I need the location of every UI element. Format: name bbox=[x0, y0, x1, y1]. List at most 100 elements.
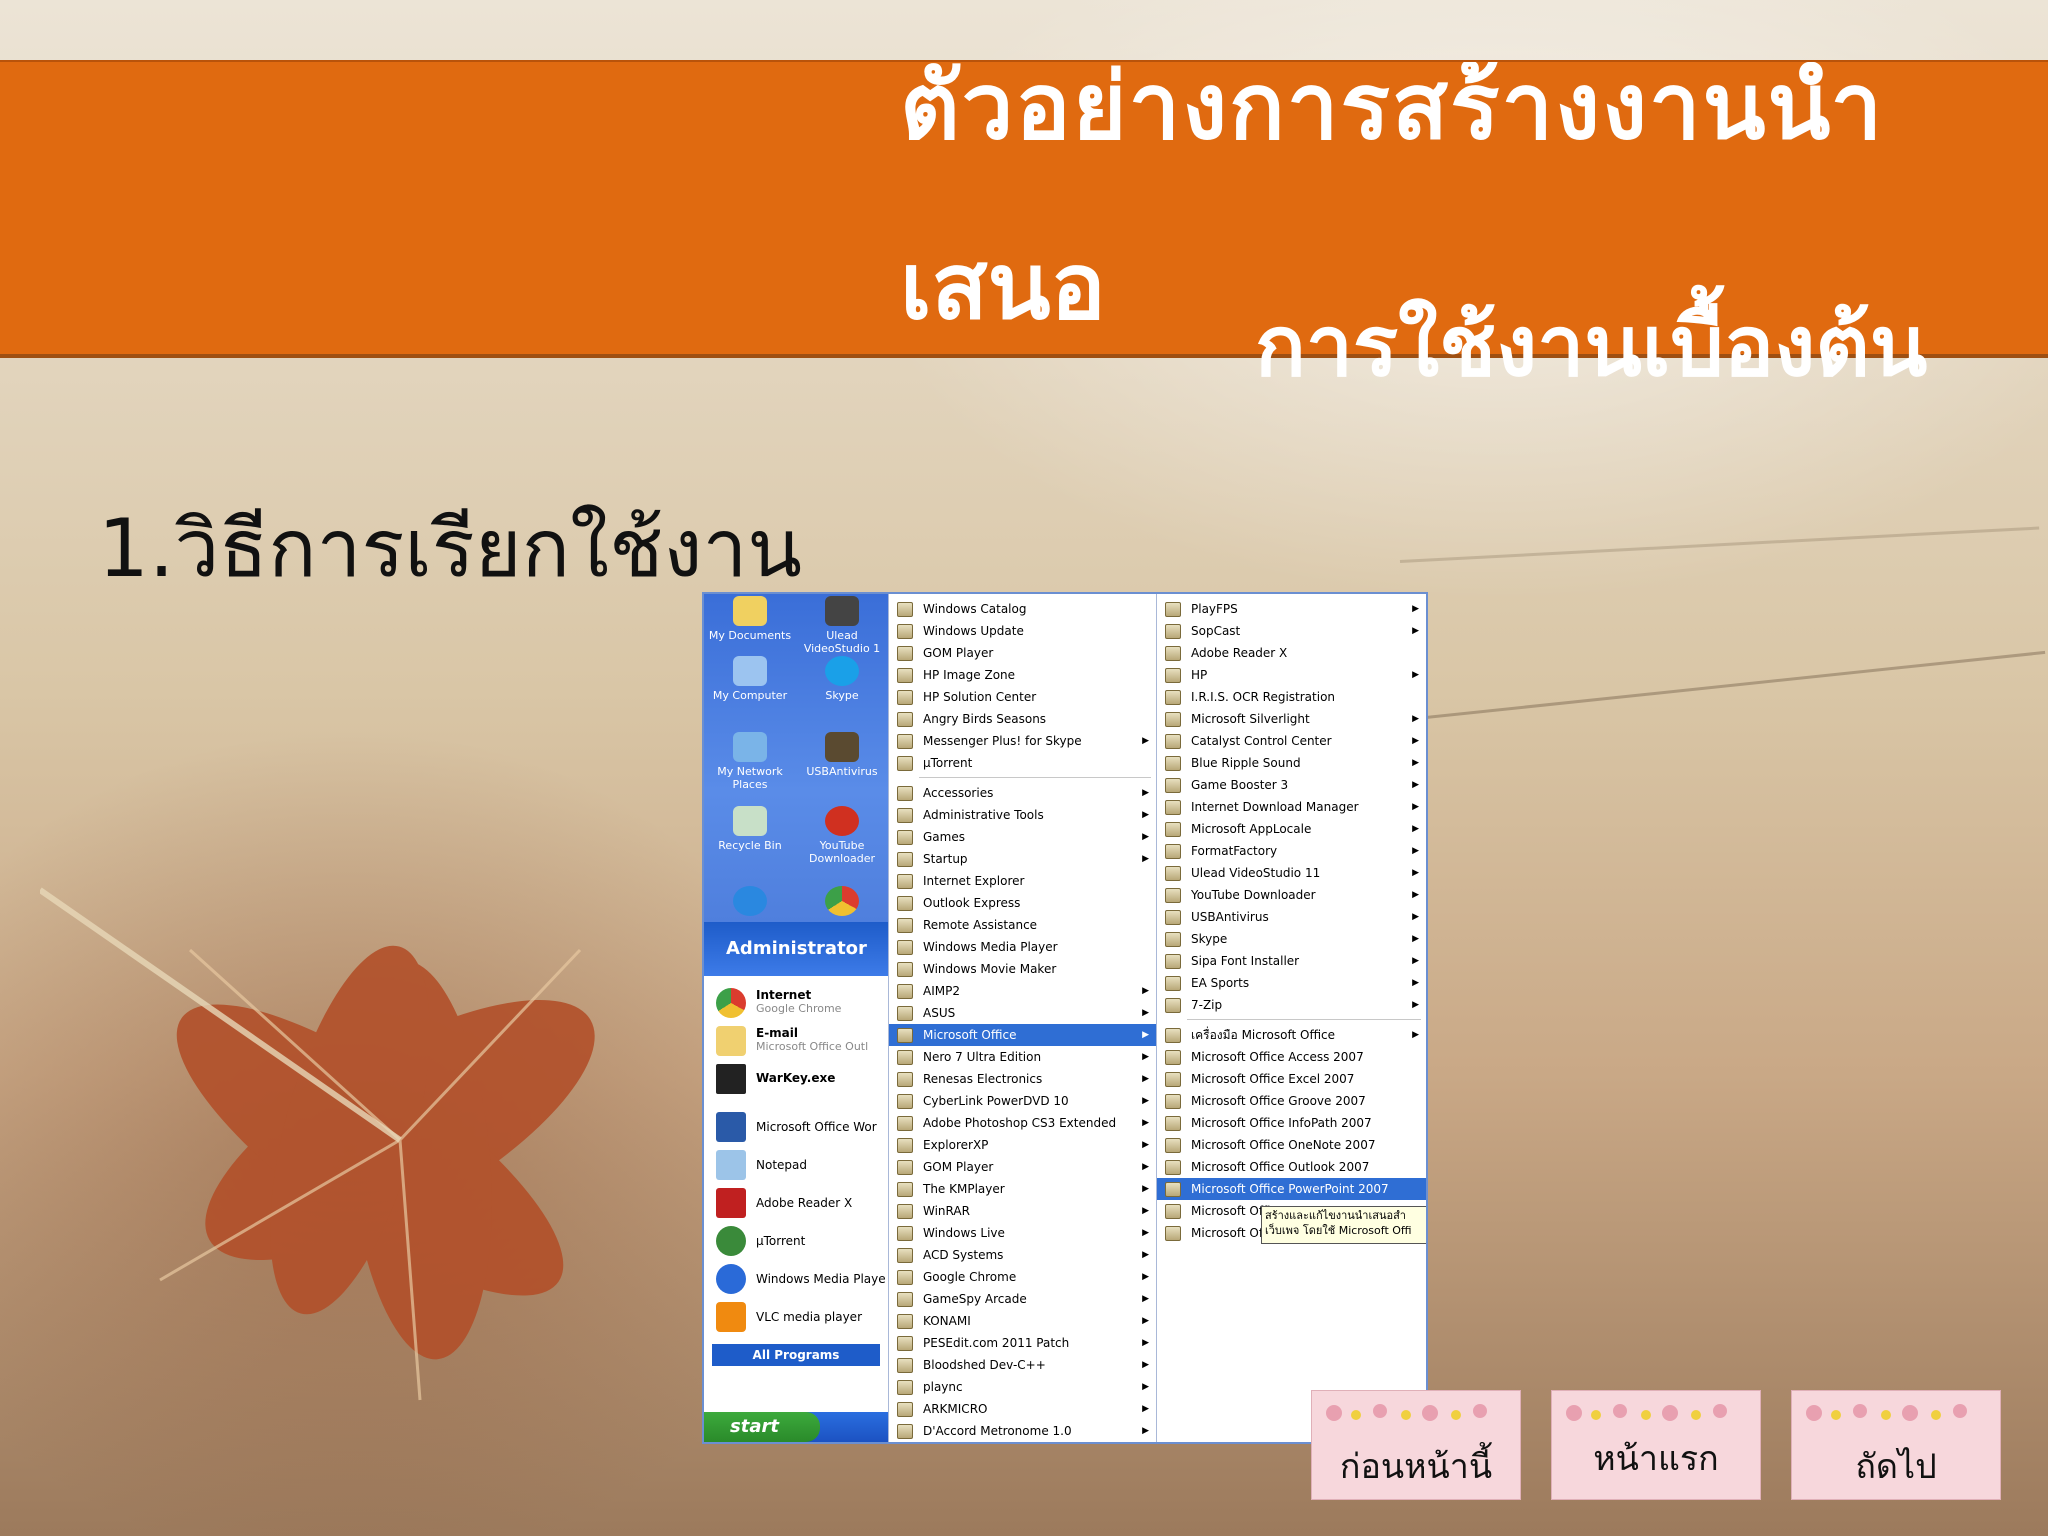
program-item[interactable]: µTorrent bbox=[889, 752, 1157, 774]
program-item[interactable]: PlayFPS ▶ bbox=[1157, 598, 1426, 620]
program-item[interactable]: Remote Assistance bbox=[889, 914, 1157, 936]
program-item[interactable]: Skype ▶ bbox=[1157, 928, 1426, 950]
office-menu-item[interactable]: Microsoft Office InfoPath 2007 bbox=[1157, 1112, 1426, 1134]
program-item[interactable]: GOM Player ▶ bbox=[889, 1156, 1157, 1178]
program-item[interactable]: Google Chrome ▶ bbox=[889, 1266, 1157, 1288]
pinned-internet[interactable]: Internet Google Chrome bbox=[712, 986, 888, 1022]
program-item[interactable]: Blue Ripple Sound ▶ bbox=[1157, 752, 1426, 774]
menu-item-microsoft-office[interactable]: Microsoft Office ▶ bbox=[889, 1024, 1157, 1046]
recent-utorrent[interactable]: µTorrent bbox=[712, 1224, 888, 1260]
program-item[interactable]: The KMPlayer ▶ bbox=[889, 1178, 1157, 1200]
program-item[interactable]: YouTube Downloader ▶ bbox=[1157, 884, 1426, 906]
menu-item-label: Startup bbox=[923, 852, 968, 866]
program-item[interactable]: ACD Systems ▶ bbox=[889, 1244, 1157, 1266]
program-item[interactable]: CyberLink PowerDVD 10 ▶ bbox=[889, 1090, 1157, 1112]
program-item[interactable]: Nero 7 Ultra Edition ▶ bbox=[889, 1046, 1157, 1068]
program-item[interactable]: Game Booster 3 ▶ bbox=[1157, 774, 1426, 796]
youtube-downloader-icon[interactable]: YouTube Downloader bbox=[796, 806, 888, 865]
program-item[interactable]: Windows Movie Maker bbox=[889, 958, 1157, 980]
office-menu-item[interactable]: เครื่องมือ Microsoft Office ▶ bbox=[1157, 1024, 1426, 1046]
folder-icon bbox=[897, 940, 913, 955]
skype-icon[interactable]: Skype bbox=[796, 656, 888, 702]
program-item[interactable]: FormatFactory ▶ bbox=[1157, 840, 1426, 862]
menu-item-label: Administrative Tools bbox=[923, 808, 1044, 822]
next-button[interactable]: ถัดไป bbox=[1791, 1390, 2001, 1500]
prev-button[interactable]: ก่อนหน้านี้ bbox=[1311, 1390, 1521, 1500]
program-item[interactable]: Adobe Reader X bbox=[1157, 642, 1426, 664]
program-item[interactable]: Ulead VideoStudio 11 ▶ bbox=[1157, 862, 1426, 884]
program-item[interactable]: Microsoft Silverlight ▶ bbox=[1157, 708, 1426, 730]
my-computer-icon[interactable]: My Computer bbox=[704, 656, 796, 702]
home-button[interactable]: หน้าแรก bbox=[1551, 1390, 1761, 1500]
program-item[interactable]: Windows Live ▶ bbox=[889, 1222, 1157, 1244]
program-item[interactable]: ASUS ▶ bbox=[889, 1002, 1157, 1024]
program-item[interactable]: Windows Catalog bbox=[889, 598, 1157, 620]
program-item[interactable]: USBAntivirus ▶ bbox=[1157, 906, 1426, 928]
program-item[interactable]: Adobe Photoshop CS3 Extended ▶ bbox=[889, 1112, 1157, 1134]
program-item[interactable]: HP Solution Center bbox=[889, 686, 1157, 708]
folder-icon bbox=[897, 852, 913, 867]
program-item[interactable]: Outlook Express bbox=[889, 892, 1157, 914]
program-item[interactable]: HP Image Zone bbox=[889, 664, 1157, 686]
office-menu-item[interactable]: Microsoft Office OneNote 2007 bbox=[1157, 1134, 1426, 1156]
program-item[interactable]: ARKMICRO ▶ bbox=[889, 1398, 1157, 1420]
program-item[interactable]: HP ▶ bbox=[1157, 664, 1426, 686]
program-item[interactable]: Startup ▶ bbox=[889, 848, 1157, 870]
usbantivirus-icon[interactable]: USBAntivirus bbox=[796, 732, 888, 778]
program-item[interactable]: D'Accord Metronome 1.0 ▶ bbox=[889, 1420, 1157, 1442]
start-menu-screenshot: My Documents Ulead VideoStudio 1 My Comp… bbox=[702, 592, 1428, 1444]
program-item[interactable]: Microsoft AppLocale ▶ bbox=[1157, 818, 1426, 840]
program-item[interactable]: Games ▶ bbox=[889, 826, 1157, 848]
program-item[interactable]: SopCast ▶ bbox=[1157, 620, 1426, 642]
program-item[interactable]: I.R.I.S. OCR Registration bbox=[1157, 686, 1426, 708]
submenu-arrow-icon: ▶ bbox=[1142, 1250, 1149, 1260]
office-menu-item[interactable]: Microsoft Office Groove 2007 bbox=[1157, 1090, 1426, 1112]
program-item[interactable]: Administrative Tools ▶ bbox=[889, 804, 1157, 826]
program-item[interactable]: Renesas Electronics ▶ bbox=[889, 1068, 1157, 1090]
start-button[interactable]: start bbox=[704, 1412, 820, 1442]
program-item[interactable]: Internet Download Manager ▶ bbox=[1157, 796, 1426, 818]
program-item[interactable]: WinRAR ▶ bbox=[889, 1200, 1157, 1222]
google-chrome-icon[interactable] bbox=[796, 886, 888, 919]
program-item[interactable]: Bloodshed Dev-C++ ▶ bbox=[889, 1354, 1157, 1376]
program-item[interactable]: Catalyst Control Center ▶ bbox=[1157, 730, 1426, 752]
slide-title-line1: ตัวอย่างการสร้างงานนำ bbox=[900, 60, 1885, 160]
office-menu-item[interactable]: Microsoft Office Outlook 2007 bbox=[1157, 1156, 1426, 1178]
recent-adobe-reader[interactable]: Adobe Reader X bbox=[712, 1186, 888, 1222]
program-item[interactable]: Windows Media Player bbox=[889, 936, 1157, 958]
recent-notepad[interactable]: Notepad bbox=[712, 1148, 888, 1184]
program-item[interactable]: plaync ▶ bbox=[889, 1376, 1157, 1398]
program-item[interactable]: Windows Update bbox=[889, 620, 1157, 642]
my-network-places-icon[interactable]: My Network Places bbox=[704, 732, 796, 791]
office-menu-item[interactable]: Microsoft Office Access 2007 bbox=[1157, 1046, 1426, 1068]
program-item[interactable]: EA Sports ▶ bbox=[1157, 972, 1426, 994]
pinned-warkey[interactable]: WarKey.exe bbox=[712, 1062, 888, 1098]
program-item[interactable]: Sipa Font Installer ▶ bbox=[1157, 950, 1426, 972]
program-item[interactable]: Internet Explorer bbox=[889, 870, 1157, 892]
program-item[interactable]: ExplorerXP ▶ bbox=[889, 1134, 1157, 1156]
recent-media-player[interactable]: Windows Media Playe bbox=[712, 1262, 888, 1298]
program-item[interactable]: GOM Player bbox=[889, 642, 1157, 664]
recent-vlc[interactable]: VLC media player bbox=[712, 1300, 888, 1336]
folder-icon bbox=[1165, 844, 1181, 859]
menu-item-label: plaync bbox=[923, 1380, 963, 1394]
program-item[interactable]: KONAMI ▶ bbox=[889, 1310, 1157, 1332]
program-item[interactable]: GameSpy Arcade ▶ bbox=[889, 1288, 1157, 1310]
program-item[interactable]: Messenger Plus! for Skype ▶ bbox=[889, 730, 1157, 752]
program-item[interactable]: PESEdit.com 2011 Patch ▶ bbox=[889, 1332, 1157, 1354]
program-item[interactable]: Accessories ▶ bbox=[889, 782, 1157, 804]
submenu-arrow-icon: ▶ bbox=[1142, 1360, 1149, 1370]
program-item[interactable]: Angry Birds Seasons bbox=[889, 708, 1157, 730]
pinned-email[interactable]: E-mail Microsoft Office Outl bbox=[712, 1024, 888, 1060]
recycle-bin-icon[interactable]: Recycle Bin bbox=[704, 806, 796, 852]
all-programs-button[interactable]: All Programs bbox=[712, 1344, 880, 1366]
office-menu-item[interactable]: Microsoft Office Excel 2007 bbox=[1157, 1068, 1426, 1090]
program-item[interactable]: 7-Zip ▶ bbox=[1157, 994, 1426, 1016]
my-documents-icon[interactable]: My Documents bbox=[704, 596, 796, 642]
program-item[interactable]: AIMP2 ▶ bbox=[889, 980, 1157, 1002]
menu-item-powerpoint-2007[interactable]: Microsoft Office PowerPoint 2007 bbox=[1157, 1178, 1426, 1200]
recent-word[interactable]: Microsoft Office Wor bbox=[712, 1110, 888, 1146]
ulead-videostudio-icon[interactable]: Ulead VideoStudio 1 bbox=[796, 596, 888, 655]
folder-icon bbox=[897, 1204, 913, 1219]
internet-explorer-icon[interactable] bbox=[704, 886, 796, 919]
